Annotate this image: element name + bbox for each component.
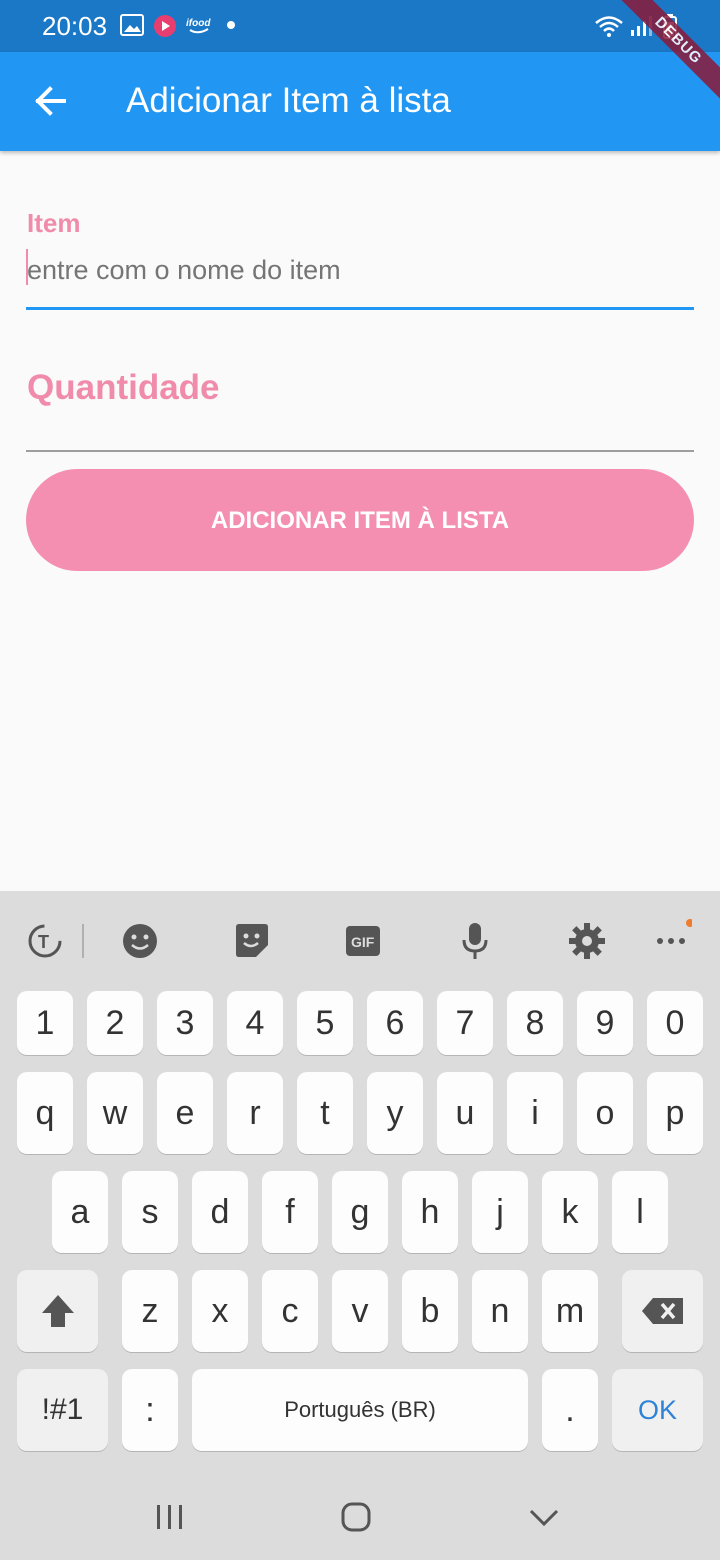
text-cursor (26, 249, 28, 285)
key-p[interactable]: p (647, 1072, 703, 1154)
notification-dot-icon (227, 21, 235, 29)
soft-keyboard: T GIF 1 2 3 4 5 6 7 8 9 0 q w e r t y u … (0, 891, 720, 1560)
sticker-icon[interactable] (232, 921, 272, 961)
shift-arrow-icon (41, 1295, 74, 1327)
svg-text:ifood: ifood (186, 18, 211, 29)
key-w[interactable]: w (87, 1072, 143, 1154)
colon-key[interactable]: : (122, 1369, 178, 1451)
back-nav-icon[interactable] (526, 1502, 562, 1532)
key-k[interactable]: k (542, 1171, 598, 1253)
key-c[interactable]: c (262, 1270, 318, 1352)
status-time: 20:03 (42, 11, 108, 41)
key-7[interactable]: 7 (437, 991, 493, 1055)
translate-icon[interactable]: T (25, 921, 65, 961)
key-z[interactable]: z (122, 1270, 178, 1352)
key-h[interactable]: h (402, 1171, 458, 1253)
key-8[interactable]: 8 (507, 991, 563, 1055)
play-app-icon (154, 15, 176, 37)
key-a[interactable]: a (52, 1171, 108, 1253)
key-v[interactable]: v (332, 1270, 388, 1352)
key-5[interactable]: 5 (297, 991, 353, 1055)
key-3[interactable]: 3 (157, 991, 213, 1055)
home-icon[interactable] (338, 1500, 374, 1534)
key-i[interactable]: i (507, 1072, 563, 1154)
add-item-button[interactable]: ADICIONAR ITEM À LISTA (26, 469, 694, 571)
key-f[interactable]: f (262, 1171, 318, 1253)
toolbar-divider (82, 924, 84, 958)
key-y[interactable]: y (367, 1072, 423, 1154)
microphone-icon[interactable] (455, 921, 495, 961)
period-key[interactable]: . (542, 1369, 598, 1451)
key-u[interactable]: u (437, 1072, 493, 1154)
backspace-icon (641, 1298, 683, 1324)
wifi-icon (595, 16, 623, 37)
emoji-icon[interactable] (120, 921, 160, 961)
quantity-field-label[interactable]: Quantidade (27, 368, 220, 408)
ifood-icon: ifood (186, 18, 211, 34)
key-t[interactable]: t (297, 1072, 353, 1154)
key-b[interactable]: b (402, 1270, 458, 1352)
space-key[interactable]: Português (BR) (192, 1369, 528, 1451)
item-field-label: Item (27, 208, 81, 238)
key-4[interactable]: 4 (227, 991, 283, 1055)
settings-gear-icon[interactable] (567, 921, 607, 961)
key-g[interactable]: g (332, 1171, 388, 1253)
key-n[interactable]: n (472, 1270, 528, 1352)
key-9[interactable]: 9 (577, 991, 633, 1055)
gif-icon[interactable]: GIF (343, 921, 383, 961)
back-button[interactable] (22, 70, 82, 130)
key-x[interactable]: x (192, 1270, 248, 1352)
item-field-underline (26, 307, 694, 310)
key-2[interactable]: 2 (87, 991, 143, 1055)
svg-text:T: T (38, 932, 49, 952)
arrow-back-icon (35, 86, 66, 116)
status-bar: 20:03 ifood (0, 0, 720, 52)
key-1[interactable]: 1 (17, 991, 73, 1055)
key-q[interactable]: q (17, 1072, 73, 1154)
backspace-key[interactable] (622, 1270, 703, 1352)
svg-text:GIF: GIF (351, 934, 375, 950)
key-s[interactable]: s (122, 1171, 178, 1253)
shift-key[interactable] (17, 1270, 98, 1352)
gallery-icon (120, 14, 144, 36)
recent-apps-icon[interactable] (150, 1502, 190, 1532)
ok-key[interactable]: OK (612, 1369, 703, 1451)
navigation-bar (0, 1470, 720, 1560)
key-o[interactable]: o (577, 1072, 633, 1154)
key-l[interactable]: l (612, 1171, 668, 1253)
key-d[interactable]: d (192, 1171, 248, 1253)
item-name-input[interactable] (27, 250, 693, 290)
key-j[interactable]: j (472, 1171, 528, 1253)
symbols-key[interactable]: !#1 (17, 1369, 108, 1451)
quantity-field-underline[interactable] (26, 450, 694, 452)
key-6[interactable]: 6 (367, 991, 423, 1055)
more-options-icon[interactable] (652, 917, 692, 957)
app-bar: Adicionar Item à lista (0, 52, 720, 151)
key-0[interactable]: 0 (647, 991, 703, 1055)
page-title: Adicionar Item à lista (126, 81, 451, 120)
key-m[interactable]: m (542, 1270, 598, 1352)
key-e[interactable]: e (157, 1072, 213, 1154)
key-r[interactable]: r (227, 1072, 283, 1154)
